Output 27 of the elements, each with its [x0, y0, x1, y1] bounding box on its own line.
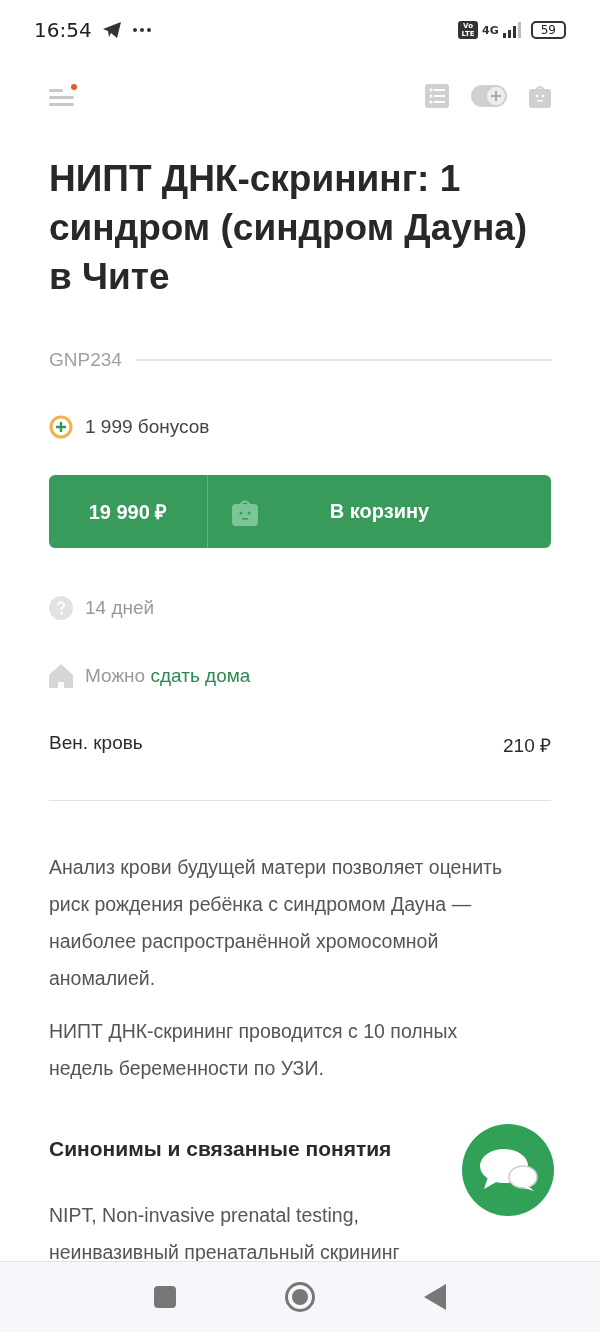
- bonus-text: 1 999 бонусов: [85, 416, 210, 438]
- chat-bubbles-icon: [478, 1147, 538, 1193]
- menu-icon[interactable]: [49, 84, 79, 108]
- plus-coin-icon: [49, 415, 73, 439]
- house-icon: [49, 664, 73, 688]
- question-icon: [49, 596, 73, 620]
- network-type: 4G: [482, 23, 499, 37]
- telegram-icon: [101, 21, 122, 39]
- biomaterial-name: Вен. кровь: [49, 732, 143, 755]
- biomaterial-price: 210 ₽: [503, 734, 551, 758]
- add-to-cart-button[interactable]: 19 990 ₽ В корзину: [49, 475, 551, 548]
- home-collection-link[interactable]: сдать дома: [150, 665, 251, 686]
- product-code: GNP234: [49, 349, 122, 371]
- section-heading: Синонимы и связанные понятия: [49, 1137, 393, 1161]
- more-icon: [131, 27, 152, 33]
- home-icon[interactable]: [284, 1281, 316, 1313]
- back-icon[interactable]: [424, 1284, 446, 1310]
- signal-icon: [502, 22, 521, 38]
- duration-text: 14 дней: [85, 597, 155, 619]
- home-collection-text: Можно сдать дома: [85, 665, 251, 687]
- toggle-add-icon[interactable]: [471, 85, 507, 107]
- clock: 16:54: [34, 18, 92, 42]
- description-paragraph: НИПТ ДНК-скрининг проводится с 10 полных недель беременности по УЗИ.: [49, 1019, 459, 1081]
- battery-indicator: 59: [530, 21, 566, 39]
- description-paragraph: Анализ крови будущей матери позволяет оценить риск рождения ребёнка с синдромом Дауна — наиболее распространённой хромосомной аномалией.: [49, 855, 504, 991]
- page-title: НИПТ ДНК-скрининг: 1 синдром (синдром Дауна) в Чите: [49, 157, 529, 299]
- recents-icon[interactable]: [154, 1286, 176, 1308]
